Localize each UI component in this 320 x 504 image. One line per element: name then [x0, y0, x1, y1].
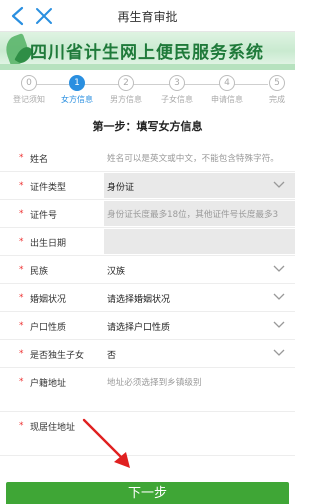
chevron-down-icon [273, 265, 285, 272]
household-type-value: 请选择户口性质 [107, 323, 171, 333]
required-mark: * [19, 349, 24, 359]
id-type-select[interactable]: 身份证 [104, 173, 295, 198]
form-row-id-number: * 证件号 身份证长度最多18位，其他证件号长度最多3 [0, 200, 295, 228]
name-label: 姓名 [30, 155, 49, 165]
top-bar: 再生育审批 [0, 0, 295, 32]
form-row-ethnicity: * 民族 汉族 [0, 256, 295, 284]
step-label: 完成 [269, 95, 285, 104]
step-5: 5 完成 [252, 75, 302, 105]
step-label: 男方信息 [110, 95, 142, 104]
step-4: 4 申请信息 [202, 75, 252, 105]
id-number-input[interactable]: 身份证长度最多18位，其他证件号长度最多3 [104, 201, 295, 226]
chevron-down-icon [273, 349, 285, 356]
next-step-button[interactable]: 下一步 [6, 482, 289, 504]
id-type-label: 证件类型 [30, 183, 67, 193]
form-row-household-type: * 户口性质 请选择户口性质 [0, 312, 295, 340]
household-type-select[interactable]: 请选择户口性质 [104, 313, 295, 338]
banner: 四川省计生网上便民服务系统 [0, 32, 295, 70]
household-address-select[interactable]: 地址必须选择到乡镇级别 [104, 369, 295, 410]
section-title: 第一步：填写女方信息 [92, 120, 203, 133]
ethnicity-select[interactable]: 汉族 [104, 257, 295, 282]
household-address-placeholder: 地址必须选择到乡镇级别 [107, 378, 202, 388]
step-circle: 0 [21, 75, 37, 91]
step-label: 登记须知 [13, 95, 45, 104]
required-mark: * [19, 237, 24, 247]
current-address-label: 现居住地址 [30, 423, 76, 433]
required-mark: * [19, 181, 24, 191]
form-row-name: * 姓名 姓名可以是英文或中文，不能包含特殊字符。 [0, 144, 295, 172]
birth-date-label: 出生日期 [30, 239, 67, 249]
required-mark: * [19, 209, 24, 219]
ethnicity-value: 汉族 [107, 267, 126, 277]
household-address-label: 户籍地址 [30, 379, 67, 389]
ethnicity-label: 民族 [30, 267, 49, 277]
marital-status-value: 请选择婚姻状况 [107, 295, 171, 305]
step-circle: 2 [118, 75, 134, 91]
required-mark: * [19, 377, 24, 387]
step-circle: 3 [169, 75, 185, 91]
chevron-down-icon [273, 293, 285, 300]
red-arrow-icon [82, 418, 130, 468]
id-type-value: 身份证 [107, 183, 135, 193]
required-mark: * [19, 421, 24, 431]
birth-date-input[interactable] [104, 229, 295, 254]
step-2: 2 男方信息 [101, 75, 151, 105]
step-0: 0 登记须知 [4, 75, 54, 105]
step-indicator: 0 登记须知 1 女方信息 2 男方信息 3 子女信息 4 申请信息 5 完成 [0, 70, 295, 110]
id-number-label: 证件号 [30, 211, 58, 221]
page-title: 再生育审批 [117, 10, 178, 24]
only-child-select[interactable]: 否 [104, 341, 295, 366]
required-mark: * [19, 293, 24, 303]
step-circle: 1 [69, 75, 85, 91]
only-child-label: 是否独生子女 [30, 351, 85, 361]
form-row-marital-status: * 婚姻状况 请选择婚姻状况 [0, 284, 295, 312]
step-circle: 4 [219, 75, 235, 91]
household-type-label: 户口性质 [30, 323, 67, 333]
step-1: 1 女方信息 [52, 75, 102, 105]
form-row-birth-date: * 出生日期 [0, 228, 295, 256]
form-row-id-type: * 证件类型 身份证 [0, 172, 295, 200]
id-number-placeholder: 身份证长度最多18位，其他证件号长度最多3 [107, 210, 279, 220]
banner-title: 四川省计生网上便民服务系统 [30, 43, 264, 63]
step-label: 子女信息 [161, 95, 193, 104]
required-mark: * [19, 153, 24, 163]
step-label: 申请信息 [211, 95, 243, 104]
only-child-value: 否 [107, 351, 117, 361]
chevron-down-icon [273, 181, 285, 188]
form-row-household-address: * 户籍地址 地址必须选择到乡镇级别 [0, 368, 295, 412]
form-row-only-child: * 是否独生子女 否 [0, 340, 295, 368]
marital-status-select[interactable]: 请选择婚姻状况 [104, 285, 295, 310]
chevron-down-icon [273, 321, 285, 328]
required-mark: * [19, 321, 24, 331]
name-input[interactable]: 姓名可以是英文或中文，不能包含特殊字符。 [104, 145, 295, 170]
marital-status-label: 婚姻状况 [30, 295, 67, 305]
step-label: 女方信息 [61, 95, 93, 104]
female-info-form: * 姓名 姓名可以是英文或中文，不能包含特殊字符。 * 证件类型 身份证 * 证… [0, 144, 295, 456]
step-circle: 5 [269, 75, 285, 91]
step-3: 3 子女信息 [152, 75, 202, 105]
form-row-current-address: * 现居住地址 [0, 412, 295, 456]
name-placeholder: 姓名可以是英文或中文，不能包含特殊字符。 [107, 154, 279, 164]
required-mark: * [19, 265, 24, 275]
